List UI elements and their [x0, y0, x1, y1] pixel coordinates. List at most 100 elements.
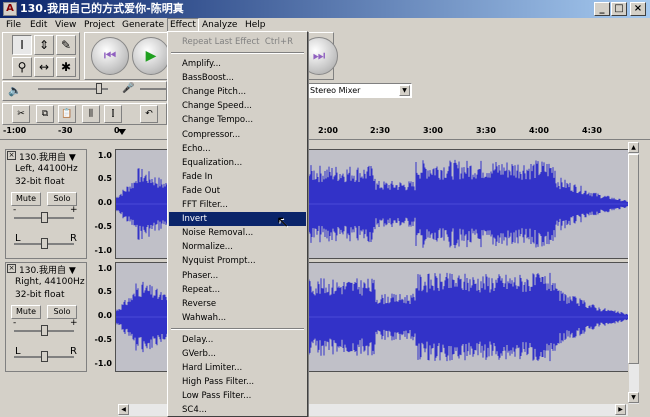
- input-source-select[interactable]: Stereo Mixer: [307, 83, 412, 98]
- gain-plus-label: +: [70, 205, 78, 215]
- playhead-marker[interactable]: [118, 129, 126, 135]
- menu-item-change-pitch[interactable]: Change Pitch...: [169, 85, 306, 99]
- menu-item-echo[interactable]: Echo...: [169, 142, 306, 156]
- mouse-cursor-icon: ↖: [276, 212, 290, 231]
- menu-item-delay[interactable]: Delay...: [169, 333, 306, 347]
- mute-button[interactable]: Mute: [11, 305, 41, 319]
- silence-icon[interactable]: ⫿: [104, 105, 122, 123]
- menu-item-high-pass-filter[interactable]: High Pass Filter...: [169, 375, 306, 389]
- track-close-icon[interactable]: ×: [7, 151, 16, 160]
- menu-item-gverb[interactable]: GVerb...: [169, 347, 306, 361]
- menu-effect[interactable]: Effect: [167, 18, 199, 32]
- copy-icon[interactable]: ⧉: [36, 105, 54, 123]
- menu-item-low-pass-filter[interactable]: Low Pass Filter...: [169, 389, 306, 403]
- solo-button[interactable]: Solo: [47, 305, 77, 319]
- gain-slider-thumb[interactable]: [41, 212, 48, 223]
- track-channel-info: Right, 44100Hz: [15, 277, 85, 287]
- skip-start-icon[interactable]: ⏮: [91, 37, 129, 75]
- menu-item-change-tempo[interactable]: Change Tempo...: [169, 113, 306, 127]
- scale-label: 0.0: [97, 198, 112, 207]
- menu-edit[interactable]: Edit: [28, 18, 49, 32]
- solo-button[interactable]: Solo: [47, 192, 77, 206]
- timeshift-tool-icon[interactable]: ↔: [34, 57, 54, 77]
- undo-icon[interactable]: ↶: [140, 105, 158, 123]
- ruler-tick: 2:30: [370, 126, 390, 135]
- menu-analyze[interactable]: Analyze: [200, 18, 239, 32]
- scroll-left-icon[interactable]: ◀: [118, 404, 129, 415]
- menu-item-reverse[interactable]: Reverse: [169, 297, 306, 311]
- track-name-menu[interactable]: 130.我用自 ▼: [19, 263, 85, 276]
- cut-icon[interactable]: ✂: [12, 105, 30, 123]
- ruler-tick: 4:00: [529, 126, 549, 135]
- ruler-tick: 2:00: [318, 126, 338, 135]
- menu-separator: [171, 52, 304, 54]
- chevron-down-icon[interactable]: ▼: [399, 85, 410, 96]
- gain-minus-label: -: [13, 318, 17, 328]
- mute-button[interactable]: Mute: [11, 192, 41, 206]
- gain-minus-label: -: [13, 205, 17, 215]
- timeline-ruler[interactable]: -1:00 -30 0 2:00 2:30 3:00 3:30 4:00 4:3…: [0, 126, 650, 140]
- gain-plus-label: +: [70, 318, 78, 328]
- paste-icon[interactable]: 📋: [58, 105, 76, 123]
- ruler-tick: -1:00: [3, 126, 27, 135]
- ruler-tick: 3:00: [423, 126, 443, 135]
- menu-item-phaser[interactable]: Phaser...: [169, 269, 306, 283]
- menu-file[interactable]: File: [4, 18, 23, 32]
- menu-item-wahwah[interactable]: Wahwah...: [169, 311, 306, 325]
- input-volume-slider[interactable]: [140, 88, 166, 90]
- maximize-button[interactable]: □: [611, 2, 627, 16]
- mixer-toolbar: [2, 81, 167, 101]
- menu-generate[interactable]: Generate: [120, 18, 166, 32]
- menu-item-change-speed[interactable]: Change Speed...: [169, 99, 306, 113]
- menu-item-nyquist-prompt[interactable]: Nyquist Prompt...: [169, 254, 306, 268]
- minimize-button[interactable]: _: [594, 2, 610, 16]
- scroll-right-icon[interactable]: ▶: [615, 404, 626, 415]
- track-format-info: 32-bit float: [15, 290, 65, 300]
- scale-label: 0.5: [97, 174, 112, 183]
- title-bar: 130.我用自己的方式爱你-陈明真: [0, 0, 650, 18]
- scale-label: -0.5: [94, 222, 113, 231]
- select-tool-icon[interactable]: I: [12, 35, 32, 55]
- input-source-value: Stereo Mixer: [310, 86, 361, 95]
- trim-icon[interactable]: ⫼: [82, 105, 100, 123]
- menu-item-fft-filter[interactable]: FFT Filter...: [169, 198, 306, 212]
- scale-label: -1.0: [94, 359, 113, 368]
- track-name: 130.我用自: [19, 266, 67, 276]
- menu-item-sc4[interactable]: SC4...: [169, 403, 306, 417]
- track-close-icon[interactable]: ×: [7, 264, 16, 273]
- menu-item-hard-limiter[interactable]: Hard Limiter...: [169, 361, 306, 375]
- vertical-scroll-thumb[interactable]: [628, 154, 639, 364]
- menu-item-fade-in[interactable]: Fade In: [169, 170, 306, 184]
- menu-view[interactable]: View: [53, 18, 78, 32]
- scale-label: 1.0: [97, 151, 112, 160]
- pan-slider-thumb[interactable]: [41, 238, 48, 249]
- menu-item-repeat[interactable]: Repeat...: [169, 283, 306, 297]
- menu-item-bassboost[interactable]: BassBoost...: [169, 71, 306, 85]
- track-name-menu[interactable]: 130.我用自 ▼: [19, 150, 85, 163]
- pan-slider-thumb[interactable]: [41, 351, 48, 362]
- menu-item-compressor[interactable]: Compressor...: [169, 128, 306, 142]
- scroll-up-icon[interactable]: ▲: [628, 142, 639, 153]
- menu-item-amplify[interactable]: Amplify...: [169, 57, 306, 71]
- play-icon[interactable]: ▶: [132, 37, 170, 75]
- envelope-tool-icon[interactable]: ⇕: [34, 35, 54, 55]
- gain-slider-thumb[interactable]: [41, 325, 48, 336]
- menu-bar: File Edit View Project Generate Effect A…: [0, 18, 650, 32]
- multi-tool-icon[interactable]: ✱: [56, 57, 76, 77]
- menu-help[interactable]: Help: [243, 18, 268, 32]
- draw-tool-icon[interactable]: ✎: [56, 35, 76, 55]
- close-button[interactable]: ×: [630, 2, 646, 16]
- app-icon[interactable]: A: [3, 2, 17, 16]
- output-volume-thumb[interactable]: [96, 83, 102, 94]
- scroll-down-icon[interactable]: ▼: [628, 392, 639, 403]
- menu-item-fade-out[interactable]: Fade Out: [169, 184, 306, 198]
- window-title: 130.我用自己的方式爱你-陈明真: [20, 2, 184, 15]
- scale-label: -1.0: [94, 246, 113, 255]
- track-format-info: 32-bit float: [15, 177, 65, 187]
- scale-label: 0.5: [97, 287, 112, 296]
- zoom-tool-icon[interactable]: ⚲: [12, 57, 32, 77]
- menu-project[interactable]: Project: [82, 18, 117, 32]
- track-name: 130.我用自: [19, 153, 67, 163]
- menu-item-normalize[interactable]: Normalize...: [169, 240, 306, 254]
- menu-item-equalization[interactable]: Equalization...: [169, 156, 306, 170]
